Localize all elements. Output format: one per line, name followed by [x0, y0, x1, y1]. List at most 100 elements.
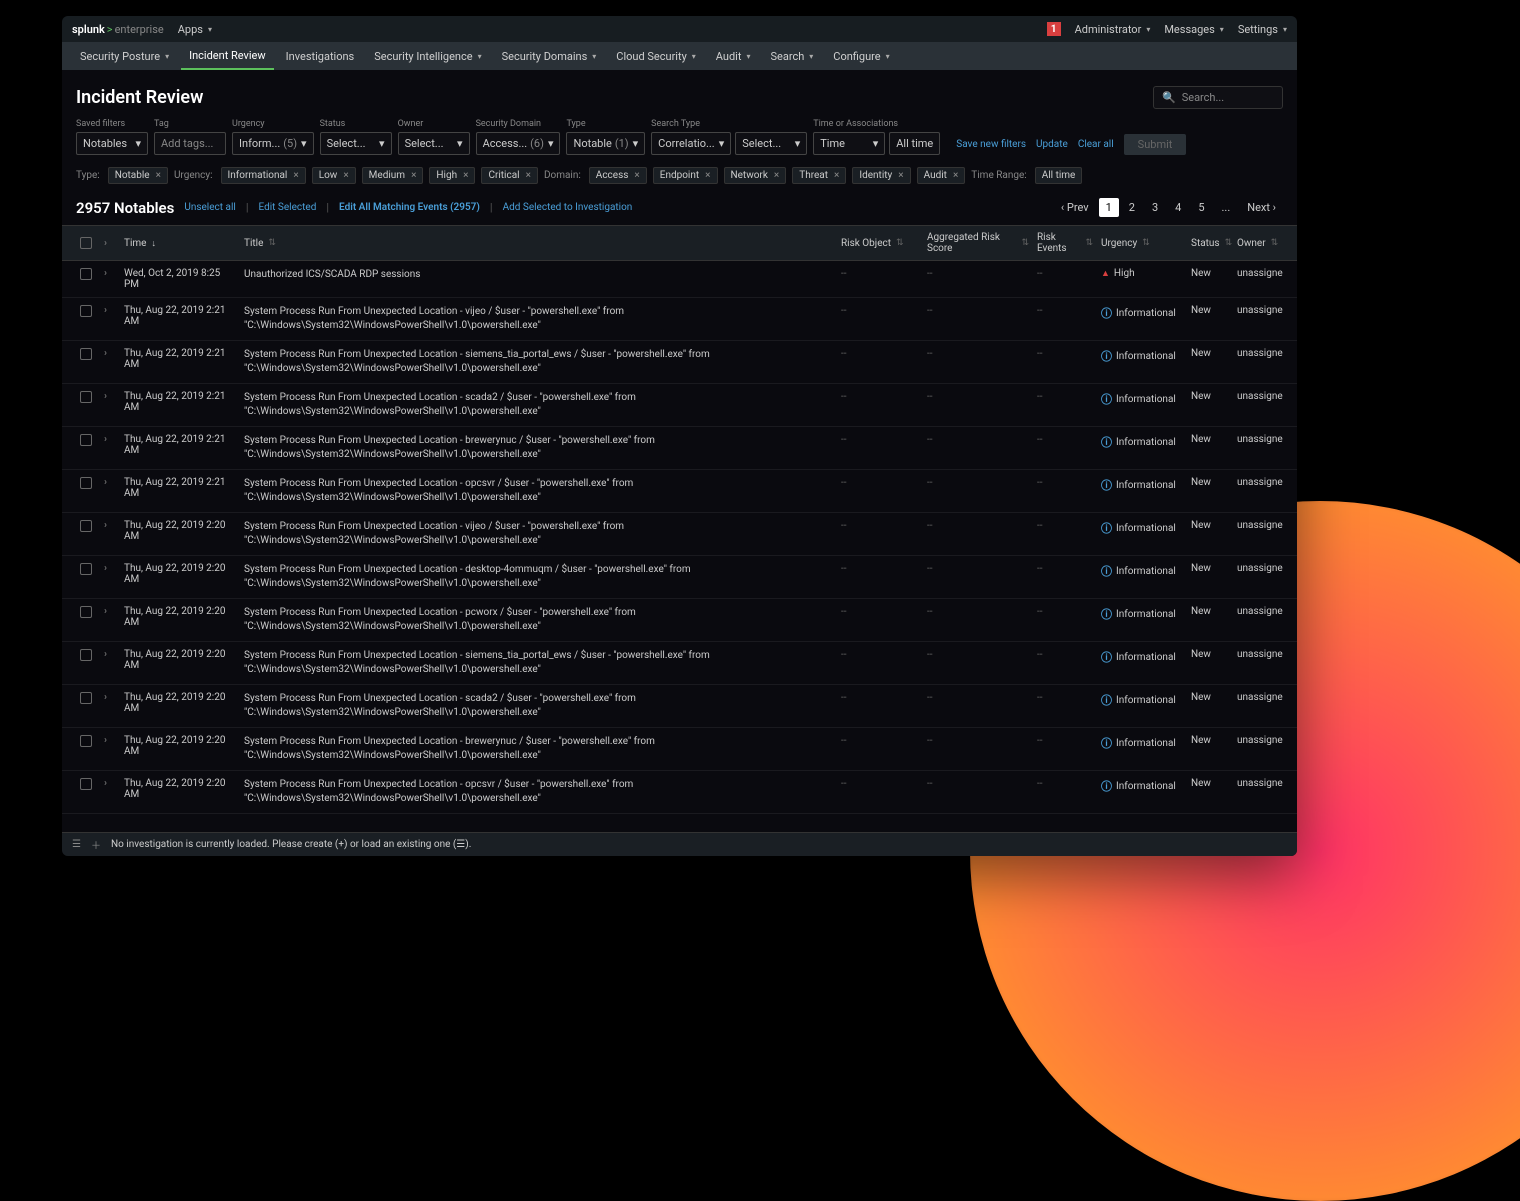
expand-icon[interactable]: › [104, 391, 107, 402]
close-icon[interactable]: × [834, 170, 839, 181]
col-risk-events[interactable]: Risk Events [1033, 226, 1097, 260]
table-row[interactable]: ›Thu, Aug 22, 2019 2:20 AMSystem Process… [62, 556, 1297, 599]
table-row[interactable]: ›Thu, Aug 22, 2019 2:20 AMSystem Process… [62, 728, 1297, 771]
type-select[interactable]: Notable(1)▾ [566, 132, 645, 155]
assoc-select[interactable]: Select...▾ [735, 132, 807, 155]
menu-audit[interactable]: Audit [708, 44, 759, 69]
apps-menu[interactable]: Apps [178, 23, 212, 36]
close-icon[interactable]: × [953, 170, 958, 181]
expand-icon[interactable]: › [104, 692, 107, 703]
close-icon[interactable]: × [634, 170, 639, 181]
row-checkbox[interactable] [80, 434, 92, 446]
row-checkbox[interactable] [80, 606, 92, 618]
page-3[interactable]: 3 [1145, 198, 1165, 217]
saved-filters-select[interactable]: Notables▾ [76, 132, 148, 155]
domain-select[interactable]: Access...(6)▾ [476, 132, 561, 155]
expand-icon[interactable]: › [104, 735, 107, 746]
chip-identity[interactable]: Identity× [852, 167, 910, 184]
table-row[interactable]: ›Thu, Aug 22, 2019 2:21 AMSystem Process… [62, 384, 1297, 427]
row-checkbox[interactable] [80, 391, 92, 403]
page-2[interactable]: 2 [1122, 198, 1142, 217]
time-range-select[interactable]: All time [889, 132, 940, 155]
chip-notable[interactable]: Notable× [108, 167, 168, 184]
row-checkbox[interactable] [80, 692, 92, 704]
row-checkbox[interactable] [80, 520, 92, 532]
page-5[interactable]: 5 [1191, 198, 1211, 217]
menu-search[interactable]: Search [762, 44, 821, 69]
menu-security-posture[interactable]: Security Posture [72, 44, 177, 69]
expand-icon[interactable]: › [104, 305, 107, 316]
next-button[interactable]: Next › [1240, 198, 1283, 217]
col-time[interactable]: Time [120, 226, 240, 260]
table-row[interactable]: ›Thu, Aug 22, 2019 2:20 AMSystem Process… [62, 513, 1297, 556]
messages-menu[interactable]: Messages [1164, 23, 1223, 36]
add-icon[interactable]: ＋ [91, 837, 101, 852]
settings-menu[interactable]: Settings [1238, 23, 1287, 36]
chip-low[interactable]: Low× [312, 167, 356, 184]
expand-icon[interactable]: › [104, 563, 107, 574]
row-checkbox[interactable] [80, 563, 92, 575]
col-owner[interactable]: Owner [1233, 226, 1283, 260]
unselect-all-link[interactable]: Unselect all [184, 202, 236, 213]
expand-icon[interactable]: › [104, 649, 107, 660]
save-filters-link[interactable]: Save new filters [956, 139, 1026, 150]
close-icon[interactable]: × [411, 170, 416, 181]
expand-all-icon[interactable]: › [104, 238, 107, 249]
page-4[interactable]: 4 [1168, 198, 1188, 217]
expand-icon[interactable]: › [104, 434, 107, 445]
alert-icon[interactable]: 1 [1047, 22, 1061, 36]
expand-icon[interactable]: › [104, 348, 107, 359]
table-row[interactable]: ›Thu, Aug 22, 2019 2:19 AMSystem Process… [62, 814, 1297, 821]
urgency-select[interactable]: Inform...(5)▾ [232, 132, 314, 155]
chip-medium[interactable]: Medium× [362, 167, 424, 184]
row-checkbox[interactable] [80, 268, 92, 280]
table-row[interactable]: ›Wed, Oct 2, 2019 8:25 PMUnauthorized IC… [62, 261, 1297, 298]
menu-security-domains[interactable]: Security Domains [494, 44, 605, 69]
table-row[interactable]: ›Thu, Aug 22, 2019 2:20 AMSystem Process… [62, 685, 1297, 728]
menu-incident-review[interactable]: Incident Review [181, 43, 274, 70]
table-row[interactable]: ›Thu, Aug 22, 2019 2:20 AMSystem Process… [62, 599, 1297, 642]
chip-audit[interactable]: Audit× [917, 167, 966, 184]
page-1[interactable]: 1 [1099, 198, 1119, 217]
close-icon[interactable]: × [705, 170, 710, 181]
close-icon[interactable]: × [156, 170, 161, 181]
prev-button[interactable]: ‹ Prev [1054, 198, 1096, 217]
select-all-checkbox[interactable] [80, 237, 92, 249]
row-checkbox[interactable] [80, 735, 92, 747]
search-input[interactable]: 🔍 Search... [1153, 86, 1283, 109]
chip-endpoint[interactable]: Endpoint× [653, 167, 718, 184]
expand-icon[interactable]: › [104, 477, 107, 488]
add-to-investigation-link[interactable]: Add Selected to Investigation [503, 202, 633, 213]
chip-all-time[interactable]: All time [1035, 167, 1083, 184]
chip-threat[interactable]: Threat× [792, 167, 846, 184]
update-link[interactable]: Update [1036, 139, 1068, 150]
chip-high[interactable]: High× [429, 167, 475, 184]
owner-select[interactable]: Select...▾ [398, 132, 470, 155]
row-checkbox[interactable] [80, 477, 92, 489]
edit-all-link[interactable]: Edit All Matching Events (2957) [339, 202, 480, 213]
chip-network[interactable]: Network× [724, 167, 787, 184]
chip-informational[interactable]: Informational× [221, 167, 306, 184]
close-icon[interactable]: × [293, 170, 298, 181]
time-assoc-select[interactable]: Time▾ [813, 132, 885, 155]
close-icon[interactable]: × [463, 170, 468, 181]
table-row[interactable]: ›Thu, Aug 22, 2019 2:21 AMSystem Process… [62, 427, 1297, 470]
col-agg-risk[interactable]: Aggregated Risk Score [923, 226, 1033, 260]
close-icon[interactable]: × [526, 170, 531, 181]
close-icon[interactable]: × [898, 170, 903, 181]
submit-button[interactable]: Submit [1124, 134, 1187, 155]
table-row[interactable]: ›Thu, Aug 22, 2019 2:20 AMSystem Process… [62, 642, 1297, 685]
table-row[interactable]: ›Thu, Aug 22, 2019 2:21 AMSystem Process… [62, 298, 1297, 341]
search-type-select[interactable]: Correlatio...▾ [651, 132, 731, 155]
expand-icon[interactable]: › [104, 778, 107, 789]
col-title[interactable]: Title [240, 226, 837, 260]
row-checkbox[interactable] [80, 305, 92, 317]
row-checkbox[interactable] [80, 778, 92, 790]
close-icon[interactable]: × [343, 170, 348, 181]
expand-icon[interactable]: › [104, 606, 107, 617]
table-row[interactable]: ›Thu, Aug 22, 2019 2:21 AMSystem Process… [62, 341, 1297, 384]
close-icon[interactable]: × [774, 170, 779, 181]
col-urgency[interactable]: Urgency [1097, 226, 1187, 260]
menu-security-intelligence[interactable]: Security Intelligence [366, 44, 489, 69]
expand-icon[interactable]: › [104, 520, 107, 531]
